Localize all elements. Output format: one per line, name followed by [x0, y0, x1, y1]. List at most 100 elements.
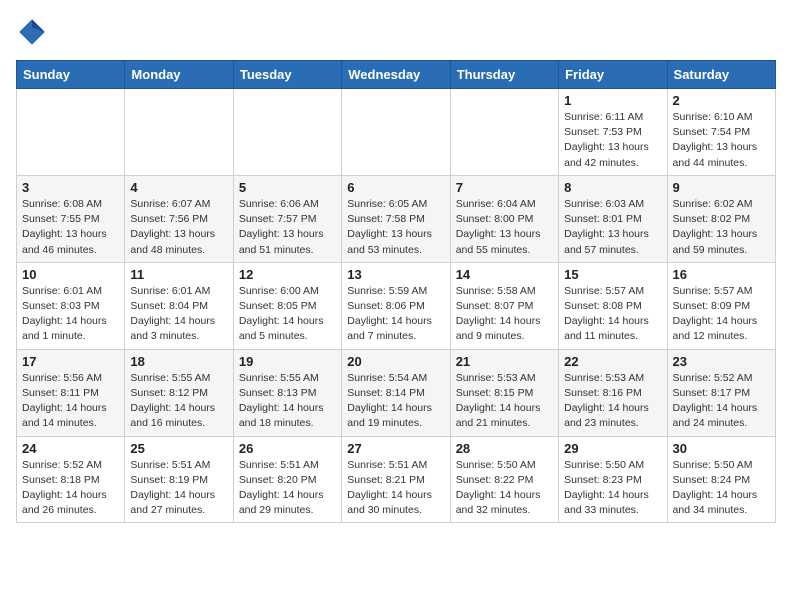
day-number: 20 [347, 354, 444, 369]
calendar-cell: 10 Sunrise: 6:01 AM Sunset: 8:03 PM Dayli… [17, 262, 125, 349]
day-info: Sunrise: 5:50 AM Sunset: 8:23 PM Dayligh… [564, 458, 661, 519]
calendar: SundayMondayTuesdayWednesdayThursdayFrid… [16, 60, 776, 523]
calendar-cell [342, 89, 450, 176]
day-info: Sunrise: 5:51 AM Sunset: 8:21 PM Dayligh… [347, 458, 444, 519]
day-info: Sunrise: 6:01 AM Sunset: 8:03 PM Dayligh… [22, 284, 119, 345]
calendar-cell: 22Sunrise: 5:53 AM Sunset: 8:16 PM Dayli… [559, 349, 667, 436]
day-info: Sunrise: 6:03 AM Sunset: 8:01 PM Dayligh… [564, 197, 661, 258]
day-number: 9 [673, 180, 770, 195]
day-number: 21 [456, 354, 553, 369]
calendar-cell: 20 Sunrise: 5:54 AM Sunset: 8:14 PM Dayli… [342, 349, 450, 436]
day-number: 7 [456, 180, 553, 195]
day-info: Sunrise: 5:59 AM Sunset: 8:06 PM Dayligh… [347, 284, 444, 345]
weekday-header-tuesday: Tuesday [233, 61, 341, 89]
day-info: Sunrise: 5:55 AM Sunset: 8:12 PM Dayligh… [130, 371, 227, 432]
day-info: Sunrise: 6:11 AM Sunset: 7:53 PM Dayligh… [564, 110, 661, 171]
week-row-5: 24 Sunrise: 5:52 AM Sunset: 8:18 PM Dayli… [17, 436, 776, 523]
day-number: 19 [239, 354, 336, 369]
day-number: 28 [456, 441, 553, 456]
calendar-cell: 15 Sunrise: 5:57 AM Sunset: 8:08 PM Dayli… [559, 262, 667, 349]
weekday-header-friday: Friday [559, 61, 667, 89]
day-number: 11 [130, 267, 227, 282]
day-info: Sunrise: 5:53 AM Sunset: 8:15 PM Dayligh… [456, 371, 553, 432]
page-header [16, 16, 776, 48]
day-number: 16 [673, 267, 770, 282]
day-number: 6 [347, 180, 444, 195]
day-number: 4 [130, 180, 227, 195]
calendar-cell: 12 Sunrise: 6:00 AM Sunset: 8:05 PM Dayli… [233, 262, 341, 349]
weekday-header-monday: Monday [125, 61, 233, 89]
calendar-cell: 9 Sunrise: 6:02 AM Sunset: 8:02 PM Daylig… [667, 175, 775, 262]
day-number: 12 [239, 267, 336, 282]
weekday-header-row: SundayMondayTuesdayWednesdayThursdayFrid… [17, 61, 776, 89]
day-number: 18 [130, 354, 227, 369]
calendar-cell: 11 Sunrise: 6:01 AM Sunset: 8:04 PM Dayli… [125, 262, 233, 349]
day-info: Sunrise: 5:58 AM Sunset: 8:07 PM Dayligh… [456, 284, 553, 345]
calendar-cell: 21 Sunrise: 5:53 AM Sunset: 8:15 PM Dayli… [450, 349, 558, 436]
calendar-cell [233, 89, 341, 176]
calendar-cell: 28Sunrise: 5:50 AM Sunset: 8:22 PM Dayli… [450, 436, 558, 523]
calendar-cell: 5 Sunrise: 6:06 AM Sunset: 7:57 PM Daylig… [233, 175, 341, 262]
day-number: 14 [456, 267, 553, 282]
day-number: 30 [673, 441, 770, 456]
day-info: Sunrise: 5:57 AM Sunset: 8:08 PM Dayligh… [564, 284, 661, 345]
day-number: 5 [239, 180, 336, 195]
calendar-cell: 13Sunrise: 5:59 AM Sunset: 8:06 PM Dayli… [342, 262, 450, 349]
calendar-cell [125, 89, 233, 176]
day-number: 24 [22, 441, 119, 456]
day-info: Sunrise: 6:06 AM Sunset: 7:57 PM Dayligh… [239, 197, 336, 258]
day-info: Sunrise: 5:56 AM Sunset: 8:11 PM Dayligh… [22, 371, 119, 432]
weekday-header-sunday: Sunday [17, 61, 125, 89]
day-info: Sunrise: 5:51 AM Sunset: 8:20 PM Dayligh… [239, 458, 336, 519]
calendar-cell: 2 Sunrise: 6:10 AM Sunset: 7:54 PM Daylig… [667, 89, 775, 176]
weekday-header-wednesday: Wednesday [342, 61, 450, 89]
day-info: Sunrise: 6:04 AM Sunset: 8:00 PM Dayligh… [456, 197, 553, 258]
day-number: 29 [564, 441, 661, 456]
calendar-cell: 14 Sunrise: 5:58 AM Sunset: 8:07 PM Dayli… [450, 262, 558, 349]
calendar-cell [450, 89, 558, 176]
calendar-cell: 6Sunrise: 6:05 AM Sunset: 7:58 PM Daylig… [342, 175, 450, 262]
calendar-cell: 26 Sunrise: 5:51 AM Sunset: 8:20 PM Dayli… [233, 436, 341, 523]
day-number: 8 [564, 180, 661, 195]
day-info: Sunrise: 6:07 AM Sunset: 7:56 PM Dayligh… [130, 197, 227, 258]
day-number: 26 [239, 441, 336, 456]
calendar-cell [17, 89, 125, 176]
calendar-cell: 1Sunrise: 6:11 AM Sunset: 7:53 PM Daylig… [559, 89, 667, 176]
day-info: Sunrise: 5:52 AM Sunset: 8:17 PM Dayligh… [673, 371, 770, 432]
week-row-4: 17Sunrise: 5:56 AM Sunset: 8:11 PM Dayli… [17, 349, 776, 436]
calendar-cell: 18 Sunrise: 5:55 AM Sunset: 8:12 PM Dayli… [125, 349, 233, 436]
day-info: Sunrise: 6:02 AM Sunset: 8:02 PM Dayligh… [673, 197, 770, 258]
logo [16, 16, 52, 48]
day-info: Sunrise: 5:55 AM Sunset: 8:13 PM Dayligh… [239, 371, 336, 432]
logo-icon [16, 16, 48, 48]
calendar-cell: 24 Sunrise: 5:52 AM Sunset: 8:18 PM Dayli… [17, 436, 125, 523]
calendar-cell: 23 Sunrise: 5:52 AM Sunset: 8:17 PM Dayli… [667, 349, 775, 436]
day-number: 27 [347, 441, 444, 456]
day-info: Sunrise: 6:01 AM Sunset: 8:04 PM Dayligh… [130, 284, 227, 345]
weekday-header-thursday: Thursday [450, 61, 558, 89]
day-info: Sunrise: 6:00 AM Sunset: 8:05 PM Dayligh… [239, 284, 336, 345]
day-info: Sunrise: 5:54 AM Sunset: 8:14 PM Dayligh… [347, 371, 444, 432]
week-row-1: 1Sunrise: 6:11 AM Sunset: 7:53 PM Daylig… [17, 89, 776, 176]
calendar-cell: 29 Sunrise: 5:50 AM Sunset: 8:23 PM Dayli… [559, 436, 667, 523]
day-number: 10 [22, 267, 119, 282]
day-info: Sunrise: 6:10 AM Sunset: 7:54 PM Dayligh… [673, 110, 770, 171]
day-number: 2 [673, 93, 770, 108]
calendar-cell: 16 Sunrise: 5:57 AM Sunset: 8:09 PM Dayli… [667, 262, 775, 349]
weekday-header-saturday: Saturday [667, 61, 775, 89]
day-info: Sunrise: 5:52 AM Sunset: 8:18 PM Dayligh… [22, 458, 119, 519]
week-row-3: 10 Sunrise: 6:01 AM Sunset: 8:03 PM Dayli… [17, 262, 776, 349]
calendar-cell: 30Sunrise: 5:50 AM Sunset: 8:24 PM Dayli… [667, 436, 775, 523]
day-info: Sunrise: 5:51 AM Sunset: 8:19 PM Dayligh… [130, 458, 227, 519]
calendar-cell: 17Sunrise: 5:56 AM Sunset: 8:11 PM Dayli… [17, 349, 125, 436]
calendar-cell: 19 Sunrise: 5:55 AM Sunset: 8:13 PM Dayli… [233, 349, 341, 436]
calendar-cell: 4 Sunrise: 6:07 AM Sunset: 7:56 PM Daylig… [125, 175, 233, 262]
day-number: 25 [130, 441, 227, 456]
day-number: 23 [673, 354, 770, 369]
day-info: Sunrise: 5:57 AM Sunset: 8:09 PM Dayligh… [673, 284, 770, 345]
calendar-cell: 25 Sunrise: 5:51 AM Sunset: 8:19 PM Dayli… [125, 436, 233, 523]
day-number: 15 [564, 267, 661, 282]
calendar-cell: 3Sunrise: 6:08 AM Sunset: 7:55 PM Daylig… [17, 175, 125, 262]
week-row-2: 3Sunrise: 6:08 AM Sunset: 7:55 PM Daylig… [17, 175, 776, 262]
day-number: 22 [564, 354, 661, 369]
